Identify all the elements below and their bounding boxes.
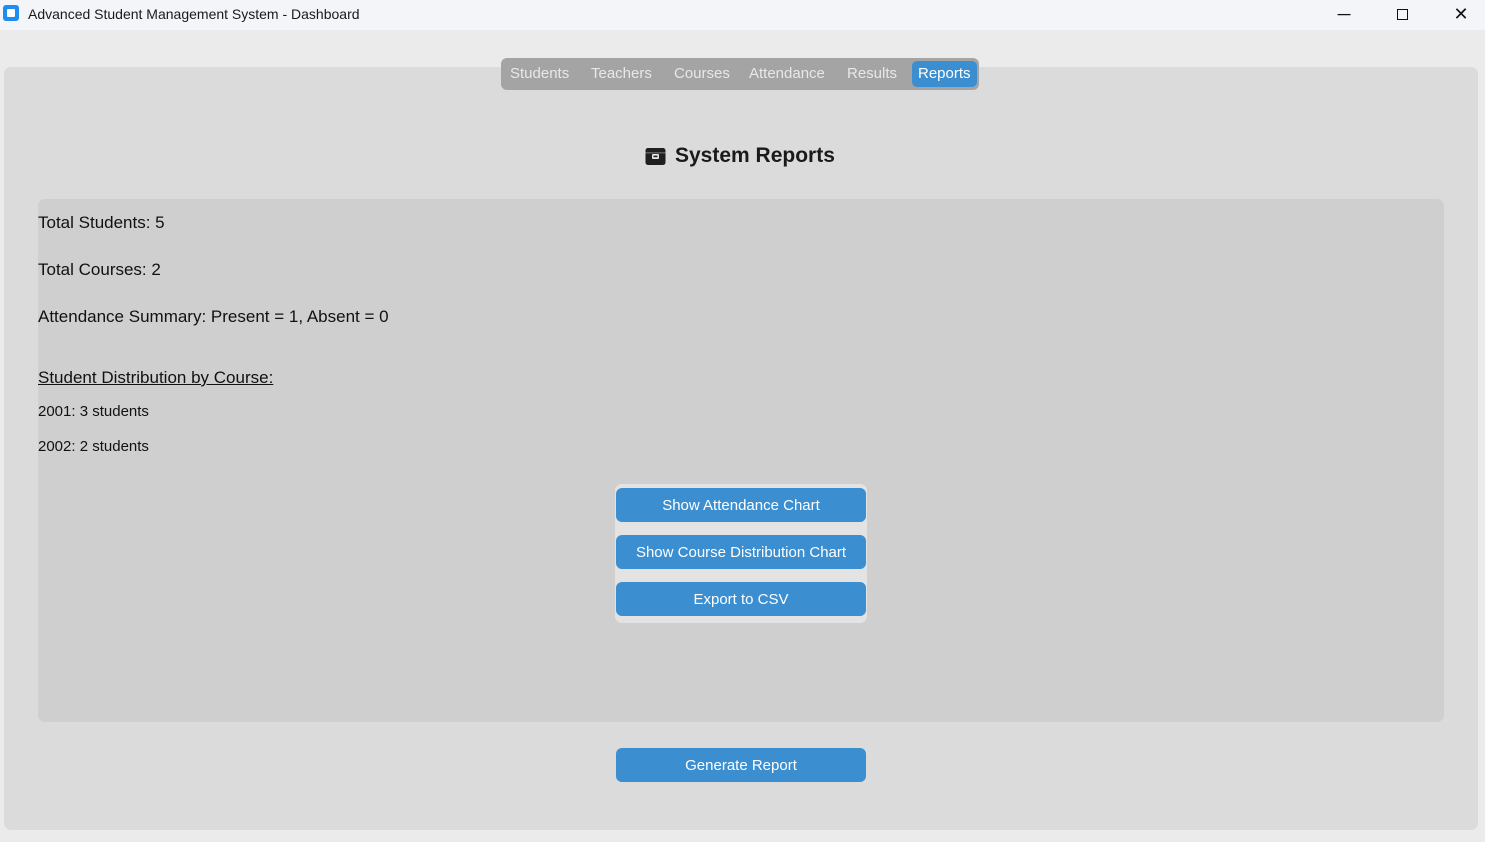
export-csv-button[interactable]: Export to CSV <box>616 582 866 616</box>
tab-courses[interactable]: Courses <box>668 61 736 87</box>
close-button[interactable]: ✕ <box>1438 0 1484 28</box>
card-index-box-icon <box>645 147 666 166</box>
distribution-item: 2001: 3 students <box>38 403 149 420</box>
total-courses-label: Total Courses: 2 <box>38 260 161 279</box>
app-icon <box>3 5 19 21</box>
attendance-summary-label: Attendance Summary: Present = 1, Absent … <box>38 307 389 326</box>
page-title-text: System Reports <box>675 144 835 167</box>
show-course-distribution-chart-button[interactable]: Show Course Distribution Chart <box>616 535 866 569</box>
distribution-heading: Student Distribution by Course: <box>38 368 274 387</box>
tab-reports[interactable]: Reports <box>912 61 977 87</box>
tab-teachers[interactable]: Teachers <box>585 61 658 87</box>
window-title: Advanced Student Management System - Das… <box>28 6 360 22</box>
generate-report-button[interactable]: Generate Report <box>616 748 866 782</box>
maximize-icon <box>1396 8 1408 20</box>
title-bar: Advanced Student Management System - Das… <box>0 0 1485 30</box>
tab-students[interactable]: Students <box>504 61 575 87</box>
maximize-button[interactable] <box>1379 0 1425 28</box>
close-icon: ✕ <box>1453 4 1469 24</box>
page-title: System Reports <box>645 142 835 170</box>
tab-results[interactable]: Results <box>841 61 903 87</box>
total-students-label: Total Students: 5 <box>38 213 165 232</box>
report-summary-panel <box>38 199 1444 722</box>
minimize-button[interactable]: ─ <box>1321 0 1367 28</box>
distribution-item: 2002: 2 students <box>38 438 149 455</box>
show-attendance-chart-button[interactable]: Show Attendance Chart <box>616 488 866 522</box>
minimize-icon: ─ <box>1337 4 1351 24</box>
tab-bar: Students Teachers Courses Attendance Res… <box>501 58 979 90</box>
tab-attendance[interactable]: Attendance <box>743 61 831 87</box>
